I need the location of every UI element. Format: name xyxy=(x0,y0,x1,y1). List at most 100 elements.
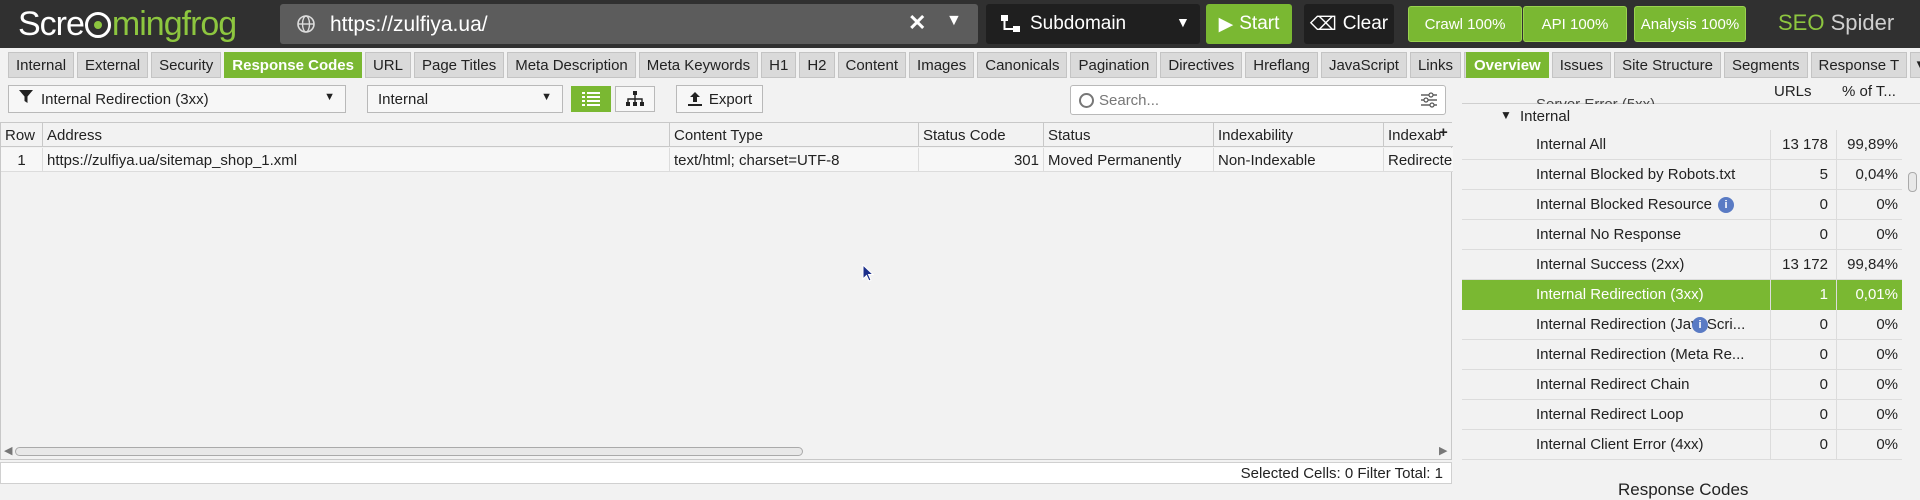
clear-url-icon[interactable]: ✕ xyxy=(908,10,926,36)
column-divider xyxy=(1836,190,1837,220)
overview-row[interactable]: Internal Success (2xx) 13 172 99,84% xyxy=(1462,250,1902,280)
tab-external[interactable]: External xyxy=(77,52,149,78)
overview-vertical-scrollbar[interactable] xyxy=(1905,96,1919,460)
scroll-left-icon[interactable]: ◀ xyxy=(4,444,12,457)
overview-row-urls: 0 xyxy=(1819,436,1828,453)
filter-value: Internal Redirection (3xx) xyxy=(41,90,209,108)
main-tab-bar: Internal External Security Response Codes UR… xyxy=(8,52,1486,78)
add-column-icon[interactable]: + xyxy=(1439,124,1448,141)
api-progress-badge[interactable]: API 100% xyxy=(1523,6,1627,42)
start-button[interactable]: ▶ Start xyxy=(1206,4,1292,44)
type-select[interactable]: Internal ▼ xyxy=(367,85,563,113)
tab-directives[interactable]: Directives xyxy=(1160,52,1243,78)
tab-h1[interactable]: H1 xyxy=(761,52,797,78)
overview-row[interactable]: Internal Redirection (JavaScri... i 0 0% xyxy=(1462,310,1902,340)
overview-row[interactable]: Internal No Response 0 0% xyxy=(1462,220,1902,250)
column-header-status[interactable]: Status xyxy=(1044,123,1214,147)
overview-row-label: Internal Success (2xx) xyxy=(1536,256,1685,273)
tab-images[interactable]: Images xyxy=(909,52,975,78)
tab-canonicals[interactable]: Canonicals xyxy=(977,52,1068,78)
url-bar[interactable]: https://zulfiya.ua/ ✕ ▼ xyxy=(280,4,978,44)
overview-row[interactable]: Internal All 13 178 99,89% xyxy=(1462,130,1902,160)
tab-security[interactable]: Security xyxy=(151,52,222,78)
overview-row[interactable]: Internal Redirection (Meta Re... 0 0% xyxy=(1462,340,1902,370)
scrollbar-thumb[interactable] xyxy=(1908,172,1917,192)
overview-row[interactable]: Internal Client Error (4xx) 0 0% xyxy=(1462,430,1902,460)
column-header-content-type[interactable]: Content Type xyxy=(670,123,919,147)
tab-page-titles[interactable]: Page Titles xyxy=(413,52,505,78)
export-button[interactable]: Export xyxy=(676,85,763,113)
column-header-address[interactable]: Address xyxy=(43,123,670,147)
scrollbar-thumb[interactable] xyxy=(15,447,803,456)
crawl-mode-select[interactable]: Subdomain ▼ xyxy=(986,4,1200,44)
right-tab-response-t[interactable]: Response T xyxy=(1810,52,1908,78)
analysis-progress-badge[interactable]: Analysis 100% xyxy=(1634,6,1746,42)
column-header-row[interactable]: Row xyxy=(1,123,43,147)
chevron-down-icon: ▼ xyxy=(541,91,552,103)
table-row[interactable]: 1 https://zulfiya.ua/sitemap_shop_1.xml … xyxy=(1,148,1453,172)
chart-pane: Response Codes xyxy=(1462,462,1920,499)
tab-hreflang[interactable]: Hreflang xyxy=(1245,52,1318,78)
tab-pagination[interactable]: Pagination xyxy=(1070,52,1158,78)
collapse-triangle-icon[interactable]: ▼ xyxy=(1500,108,1512,122)
column-header-indexability[interactable]: Indexability xyxy=(1214,123,1384,147)
tree-view-button[interactable] xyxy=(615,86,655,112)
list-view-button[interactable] xyxy=(571,86,611,112)
tree-icon xyxy=(626,91,644,106)
cell-status-code: 301 xyxy=(919,148,1044,172)
overview-row[interactable]: Internal Redirect Loop 0 0% xyxy=(1462,400,1902,430)
column-divider xyxy=(1770,130,1771,160)
crawl-progress-badge[interactable]: Crawl 100% xyxy=(1408,6,1522,42)
overview-row-label: Internal Redirect Loop xyxy=(1536,406,1684,423)
column-divider xyxy=(1836,310,1837,340)
url-history-dropdown-icon[interactable]: ▼ xyxy=(946,12,962,30)
clear-button[interactable]: ⌫ Clear xyxy=(1304,4,1394,44)
overview-row-label: Internal Blocked by Robots.txt xyxy=(1536,166,1736,183)
tab-meta-description[interactable]: Meta Description xyxy=(507,52,636,78)
column-header-percent[interactable]: % of T... xyxy=(1842,83,1896,100)
tab-internal[interactable]: Internal xyxy=(8,52,75,78)
filter-bar: Internal Redirection (3xx) ▼ Internal ▼ … xyxy=(0,82,1452,116)
column-divider xyxy=(1836,160,1837,190)
column-divider xyxy=(1770,340,1771,370)
column-divider xyxy=(1836,370,1837,400)
column-divider xyxy=(1836,280,1837,310)
search-options-icon[interactable] xyxy=(1421,92,1437,108)
info-icon[interactable]: i xyxy=(1718,197,1734,213)
play-icon: ▶ xyxy=(1218,13,1234,35)
type-value: Internal xyxy=(378,90,429,108)
overview-row[interactable]: Internal Blocked Resource i 0 0% xyxy=(1462,190,1902,220)
internal-group-row[interactable]: ▼ Internal xyxy=(1462,104,1920,130)
right-tab-overview[interactable]: Overview xyxy=(1466,52,1549,78)
search-field[interactable]: Search... xyxy=(1070,85,1446,115)
tab-meta-keywords[interactable]: Meta Keywords xyxy=(638,52,759,78)
overview-row[interactable]: Internal Blocked by Robots.txt 5 0,04% xyxy=(1462,160,1902,190)
column-header-urls[interactable]: URLs xyxy=(1774,83,1812,100)
tab-javascript[interactable]: JavaScript xyxy=(1320,52,1407,78)
overview-row-urls: 5 xyxy=(1819,166,1828,183)
column-divider xyxy=(1770,280,1771,310)
overview-row[interactable]: Internal Redirect Chain 0 0% xyxy=(1462,370,1902,400)
horizontal-scrollbar[interactable]: ◀ ▶ xyxy=(1,443,1453,459)
url-input[interactable]: https://zulfiya.ua/ xyxy=(330,13,488,37)
tab-content[interactable]: Content xyxy=(837,52,907,78)
right-tab-segments[interactable]: Segments xyxy=(1723,52,1808,78)
column-header-status-code[interactable]: Status Code xyxy=(919,123,1044,147)
tab-response-codes[interactable]: Response Codes xyxy=(224,52,362,78)
subdomain-icon xyxy=(1001,15,1020,32)
scroll-right-icon[interactable]: ▶ xyxy=(1439,444,1447,457)
chevron-down-icon: ▼ xyxy=(1176,14,1190,30)
right-tab-overflow-dropdown-icon[interactable]: ▼ xyxy=(1910,52,1920,78)
tab-url[interactable]: URL xyxy=(364,52,411,78)
right-tab-site-structure[interactable]: Site Structure xyxy=(1614,52,1721,78)
column-divider xyxy=(1770,160,1771,190)
info-icon[interactable]: i xyxy=(1692,317,1708,333)
tab-links[interactable]: Links xyxy=(1409,52,1461,78)
filter-select[interactable]: Internal Redirection (3xx) ▼ xyxy=(8,85,346,113)
column-header-indexability-status[interactable]: Indexab xyxy=(1384,123,1444,147)
right-tab-issues[interactable]: Issues xyxy=(1551,52,1612,78)
overview-row-urls: 0 xyxy=(1819,376,1828,393)
list-icon xyxy=(582,92,600,106)
overview-row[interactable]: Internal Redirection (3xx) 1 0,01% xyxy=(1462,280,1902,310)
tab-h2[interactable]: H2 xyxy=(799,52,835,78)
